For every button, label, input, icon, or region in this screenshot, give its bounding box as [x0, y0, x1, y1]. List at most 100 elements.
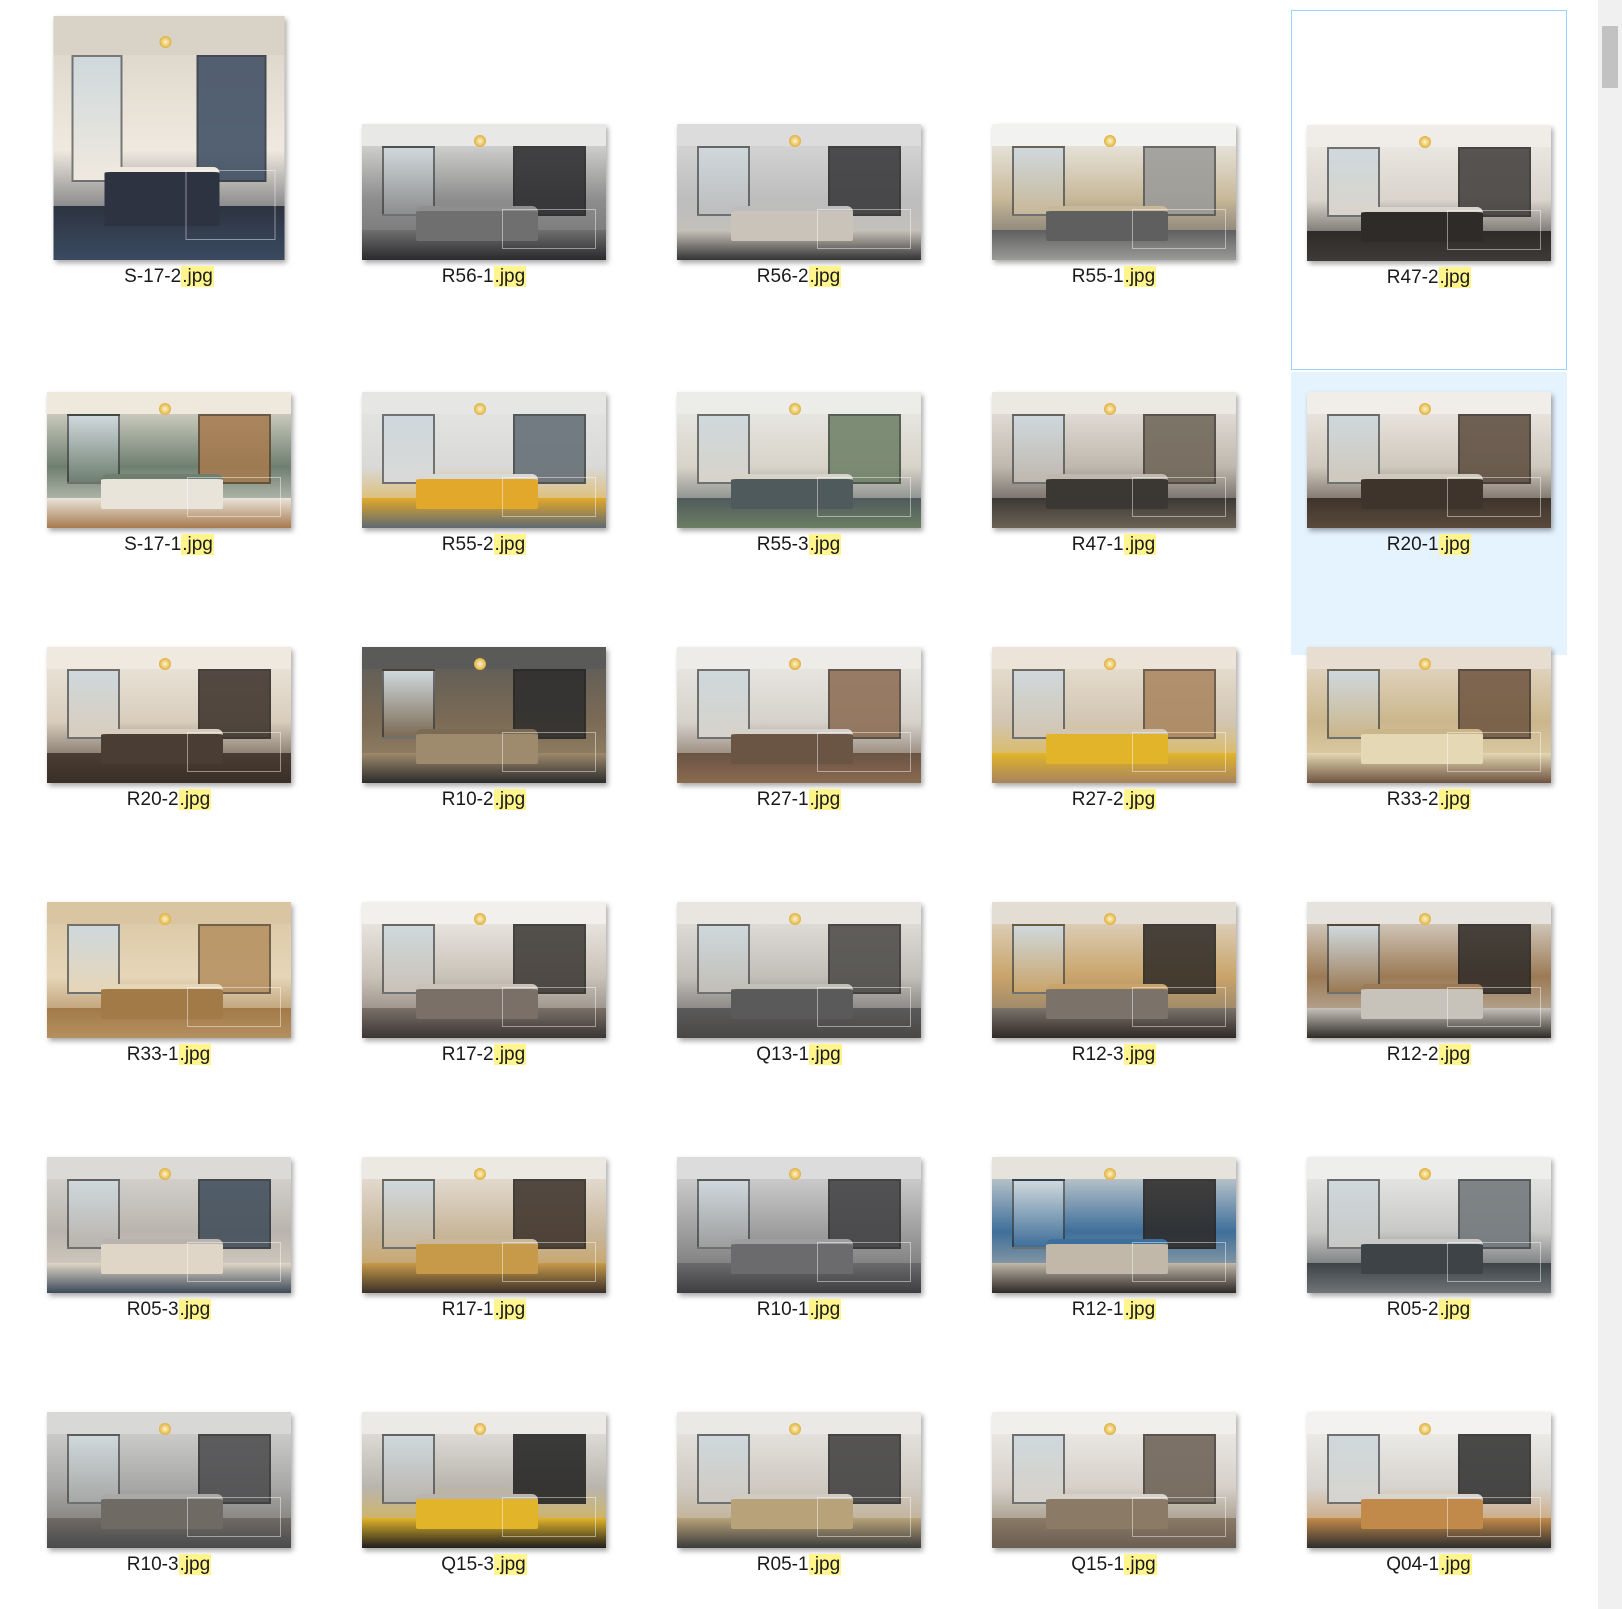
file-name: R10-2 — [441, 789, 494, 810]
render-watermark — [186, 1497, 282, 1538]
file-extension-highlight: .jpg — [1123, 534, 1157, 555]
file-name-label: R12-3.jpg — [976, 1044, 1252, 1066]
render-watermark — [816, 732, 912, 773]
file-thumbnail — [992, 392, 1236, 528]
file-thumbnail — [362, 647, 606, 783]
file-extension-highlight: .jpg — [494, 1554, 527, 1575]
file-extension-highlight: .jpg — [181, 266, 214, 287]
file-item[interactable]: R20-1.jpg — [1291, 372, 1567, 655]
file-thumbnail — [992, 1157, 1236, 1293]
file-name: R55-3 — [756, 534, 809, 555]
file-thumbnail — [677, 1412, 921, 1548]
file-name: R10-1 — [756, 1299, 809, 1320]
file-thumbnail — [53, 16, 285, 260]
file-extension-highlight: .jpg — [493, 1299, 527, 1320]
file-item[interactable]: R10-1.jpg — [661, 1137, 937, 1392]
file-thumbnail — [362, 124, 606, 260]
file-item[interactable]: Q15-1.jpg — [976, 1392, 1252, 1609]
file-item[interactable]: Q15-3.jpg — [346, 1392, 622, 1609]
file-item[interactable]: R10-3.jpg — [31, 1392, 307, 1609]
file-item[interactable]: R47-1.jpg — [976, 372, 1252, 655]
vertical-scrollbar[interactable] — [1598, 0, 1622, 1609]
render-watermark — [1131, 1497, 1227, 1538]
file-extension-highlight: .jpg — [181, 534, 214, 555]
file-item[interactable]: R55-1.jpg — [976, 10, 1252, 370]
file-thumbnail — [362, 1412, 606, 1548]
file-extension-highlight: .jpg — [1123, 789, 1157, 810]
file-name: R12-2 — [1386, 1044, 1439, 1065]
file-item[interactable]: R33-2.jpg — [1291, 627, 1567, 882]
file-item[interactable]: R55-3.jpg — [661, 372, 937, 655]
file-name: R56-1 — [441, 266, 494, 287]
file-name: Q15-1 — [1071, 1554, 1125, 1575]
file-name: R05-3 — [126, 1299, 179, 1320]
file-item[interactable]: S-17-1.jpg — [31, 372, 307, 655]
file-item[interactable]: R33-1.jpg — [31, 882, 307, 1137]
file-name: R05-2 — [1386, 1299, 1439, 1320]
file-item[interactable]: R20-2.jpg — [31, 627, 307, 882]
file-item[interactable]: R12-3.jpg — [976, 882, 1252, 1137]
render-watermark — [1446, 210, 1542, 251]
file-grid: S-17-2.jpg R56-1.jpg R56-2.jpg R55-1.jpg R47… — [0, 0, 1598, 1609]
file-name: S-17-2 — [124, 266, 182, 287]
render-watermark — [816, 1497, 912, 1538]
file-item[interactable]: R27-1.jpg — [661, 627, 937, 882]
file-name: R05-1 — [756, 1554, 809, 1575]
file-item[interactable]: R17-2.jpg — [346, 882, 622, 1137]
file-name-label: R10-2.jpg — [346, 789, 622, 811]
file-name-label: S-17-1.jpg — [31, 534, 307, 556]
render-window — [71, 55, 123, 182]
render-watermark — [501, 1497, 597, 1538]
file-thumbnail — [47, 1157, 291, 1293]
file-item[interactable]: R47-2.jpg — [1291, 10, 1567, 370]
file-extension-highlight: .jpg — [1123, 1299, 1157, 1320]
file-name-label: R27-2.jpg — [976, 789, 1252, 811]
file-name: R47-1 — [1071, 534, 1124, 555]
file-extension-highlight: .jpg — [178, 1299, 212, 1320]
render-watermark — [501, 477, 597, 518]
file-name: R12-3 — [1071, 1044, 1124, 1065]
file-item[interactable]: R12-1.jpg — [976, 1137, 1252, 1392]
file-thumbnail — [47, 1412, 291, 1548]
file-name-label: R55-2.jpg — [346, 534, 622, 556]
render-watermark — [501, 987, 597, 1028]
file-name-label: Q04-1.jpg — [1291, 1554, 1567, 1576]
file-item[interactable]: Q13-1.jpg — [661, 882, 937, 1137]
file-item[interactable]: S-17-2.jpg — [31, 10, 307, 370]
file-name-label: Q13-1.jpg — [661, 1044, 937, 1066]
file-item[interactable]: R17-1.jpg — [346, 1137, 622, 1392]
render-lamp — [159, 35, 172, 48]
render-watermark — [501, 209, 597, 250]
file-name-label: R55-3.jpg — [661, 534, 937, 556]
file-item[interactable]: R05-2.jpg — [1291, 1137, 1567, 1392]
file-item[interactable]: R05-3.jpg — [31, 1137, 307, 1392]
file-name-label: R10-3.jpg — [31, 1554, 307, 1576]
file-name-label: R20-1.jpg — [1291, 534, 1567, 556]
file-item[interactable]: R56-2.jpg — [661, 10, 937, 370]
file-name: R55-2 — [441, 534, 494, 555]
file-item[interactable]: R12-2.jpg — [1291, 882, 1567, 1137]
file-name-label: R27-1.jpg — [661, 789, 937, 811]
render-watermark — [1131, 209, 1227, 250]
file-name-label: Q15-3.jpg — [346, 1554, 622, 1576]
file-item[interactable]: R56-1.jpg — [346, 10, 622, 370]
file-item[interactable]: Q04-1.jpg — [1291, 1392, 1567, 1609]
file-name: R17-1 — [441, 1299, 494, 1320]
scrollbar-thumb[interactable] — [1602, 26, 1618, 88]
file-item[interactable]: R10-2.jpg — [346, 627, 622, 882]
render-watermark — [185, 170, 276, 241]
file-extension-highlight: .jpg — [1438, 1299, 1472, 1320]
file-item[interactable]: R55-2.jpg — [346, 372, 622, 655]
render-watermark — [1131, 732, 1227, 773]
file-extension-highlight: .jpg — [1123, 266, 1157, 287]
file-item[interactable]: R27-2.jpg — [976, 627, 1252, 882]
render-watermark — [501, 732, 597, 773]
file-name-label: R05-2.jpg — [1291, 1299, 1567, 1321]
file-name-label: R20-2.jpg — [31, 789, 307, 811]
file-name: R20-2 — [126, 789, 179, 810]
file-name: S-17-1 — [124, 534, 182, 555]
file-item[interactable]: R05-1.jpg — [661, 1392, 937, 1609]
file-name-label: S-17-2.jpg — [31, 266, 307, 288]
file-thumbnail — [47, 902, 291, 1038]
file-thumbnail — [47, 647, 291, 783]
